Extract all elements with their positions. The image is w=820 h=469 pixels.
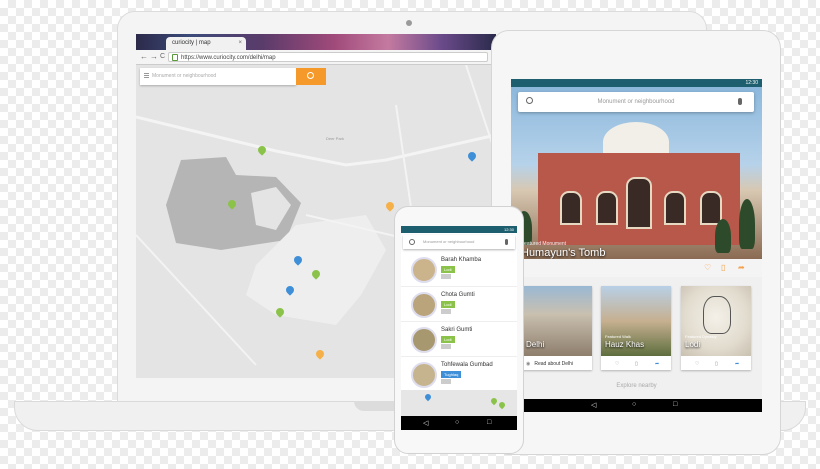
share-icon[interactable]: ➦ <box>655 358 659 370</box>
browser-tab[interactable]: curiocity | map × <box>166 37 246 50</box>
tablet-search-placeholder: Monument or neighbourhood <box>597 99 675 105</box>
search-icon <box>307 72 314 79</box>
explore-nearby-label[interactable]: Explore nearby <box>511 383 762 389</box>
tag-chip <box>441 379 451 384</box>
card-delhi[interactable]: Delhi ◉ Read about Delhi <box>522 286 592 370</box>
tab-title: curiocity | map <box>172 40 211 46</box>
tag-chip <box>441 309 451 314</box>
dynasty-badge: Lodi <box>441 301 455 308</box>
url-text: https://www.curiocity.com/delhi/map <box>181 55 276 61</box>
mic-icon[interactable] <box>505 239 508 245</box>
map-pin-icon[interactable] <box>497 400 507 410</box>
tablet-screen: 12:30 Featured Monument Humayun's Tomb M… <box>511 79 762 412</box>
card-footer: ♡ ▯ ➦ <box>681 358 751 370</box>
card-kicker: Featured Walk <box>605 334 631 339</box>
tablet-status-bar: 12:30 <box>511 79 762 87</box>
tablet-search-input[interactable]: Monument or neighbourhood <box>518 92 754 112</box>
forward-icon[interactable]: → <box>150 52 158 61</box>
home-nav-icon[interactable]: ○ <box>455 419 459 426</box>
monument-thumbnail <box>411 292 437 318</box>
bookmark-icon[interactable]: ▯ <box>715 358 718 370</box>
map-search-button[interactable] <box>296 68 326 85</box>
heart-icon[interactable]: ♡ <box>695 358 699 370</box>
list-item[interactable]: Sakri Gumti Lodi <box>401 322 517 357</box>
back-nav-icon[interactable]: ◁ <box>591 401 596 409</box>
tablet-nav-bar: ◁ ○ □ <box>511 399 762 412</box>
card-footer: ♡ ▯ ➦ <box>601 358 671 370</box>
hero-title: Humayun's Tomb <box>521 247 606 259</box>
read-about-link[interactable]: Read about Delhi <box>534 361 573 367</box>
card-title: Hauz Khas <box>605 340 645 349</box>
card-hauz-khas[interactable]: Featured Walk Hauz Khas ♡ ▯ ➦ <box>601 286 671 370</box>
card-lodi[interactable]: Featured Dynasty Lodi ♡ ▯ ➦ <box>681 286 751 370</box>
hero-image[interactable]: Featured Monument Humayun's Tomb <box>511 87 762 259</box>
search-icon <box>409 239 415 245</box>
phone-nav-bar: ◁ ○ □ <box>401 416 517 430</box>
monument-thumbnail <box>411 257 437 283</box>
heart-icon[interactable]: ♡ <box>615 358 619 370</box>
dynasty-badge: Tughlaq <box>441 371 462 378</box>
map-search-placeholder: Monument or neighbourhood <box>152 73 217 79</box>
home-nav-icon[interactable]: ○ <box>632 401 636 408</box>
close-tab-icon[interactable]: × <box>238 37 242 50</box>
browser-toolbar: ← → C https://www.curiocity.com/delhi/ma… <box>136 50 496 65</box>
back-icon[interactable]: ← <box>140 52 148 61</box>
bookmark-icon[interactable]: ▯ <box>721 263 725 272</box>
address-bar[interactable]: https://www.curiocity.com/delhi/map <box>168 52 488 62</box>
dynasty-badge: Lodi <box>441 266 455 273</box>
phone-status-bar: 12:30 <box>401 226 517 233</box>
list-item-title: Chota Gumti <box>441 292 475 298</box>
monument-thumbnail <box>411 362 437 388</box>
map-area-label: Deer Park <box>326 136 345 141</box>
map-search-input[interactable]: Monument or neighbourhood <box>140 68 296 85</box>
card-title: Delhi <box>526 340 545 349</box>
monument-thumbnail <box>411 327 437 353</box>
tomb-facade <box>538 153 740 245</box>
mic-icon[interactable] <box>738 98 742 105</box>
dynasty-badge: Lodi <box>441 336 455 343</box>
phone-search-input[interactable]: Monument or neighbourhood <box>403 235 515 249</box>
back-nav-icon[interactable]: ◁ <box>423 419 428 427</box>
list-item[interactable]: Tohfewala Gumbad Tughlaq <box>401 357 517 392</box>
bookmark-icon[interactable]: ▯ <box>635 358 638 370</box>
phone-search-placeholder: Monument or neighbourhood <box>423 239 475 244</box>
map-pin-icon[interactable] <box>423 392 433 402</box>
list-item[interactable]: Chota Gumti Lodi <box>401 287 517 322</box>
arrow-icon: ◉ <box>526 361 531 367</box>
list-item-title: Sakri Gumti <box>441 327 473 333</box>
share-icon[interactable]: ➦ <box>735 358 739 370</box>
heart-icon[interactable]: ♡ <box>704 263 711 272</box>
phone-mini-map[interactable] <box>401 390 517 416</box>
hero-actions: ♡ ▯ ➦ <box>511 259 762 277</box>
map-pin-icon[interactable] <box>489 396 499 406</box>
phone-screen: 12:30 Monument or neighbourhood Barah Kh… <box>401 226 517 416</box>
list-item-title: Tohfewala Gumbad <box>441 362 493 368</box>
card-footer[interactable]: ◉ Read about Delhi <box>522 358 592 370</box>
reload-icon[interactable]: C <box>160 53 165 60</box>
tag-chip <box>441 344 451 349</box>
card-title: Lodi <box>685 340 701 349</box>
list-item-title: Barah Khamba <box>441 257 482 263</box>
lock-icon <box>172 54 178 61</box>
list-item[interactable]: Barah Khamba Lodi <box>401 252 517 287</box>
share-icon[interactable]: ➦ <box>738 263 745 272</box>
recents-nav-icon[interactable]: □ <box>673 401 677 408</box>
tag-chip <box>441 274 451 279</box>
card-kicker: Featured Dynasty <box>685 334 717 339</box>
recents-nav-icon[interactable]: □ <box>487 419 491 426</box>
browser-tab-bar: curiocity | map × <box>136 34 496 50</box>
hamburger-icon[interactable] <box>144 75 149 76</box>
camera-icon <box>406 20 412 26</box>
